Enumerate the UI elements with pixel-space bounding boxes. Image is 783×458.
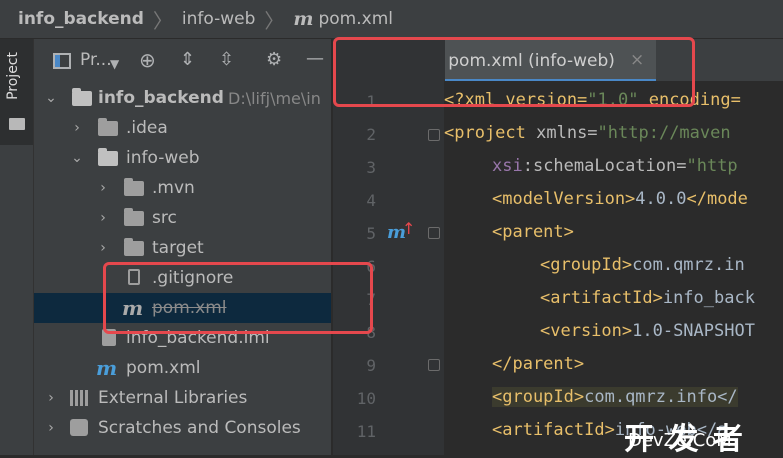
code-line-7: <artifactId>info_back (540, 288, 755, 308)
tree-item-src[interactable]: › src (34, 203, 331, 233)
code-line-3: xsi:schemaLocation="http (492, 156, 738, 176)
highlight-box-tree-item (103, 262, 373, 334)
arrow-up-icon[interactable]: ↑ (402, 219, 415, 238)
library-icon (70, 390, 90, 406)
fold-marker-icon[interactable] (428, 227, 440, 239)
tree-item-target[interactable]: › target (34, 233, 331, 263)
chevron-down-icon[interactable]: ▼ (110, 55, 119, 73)
breadcrumb-file-label: pom.xml (318, 9, 393, 29)
tree-item-label: .mvn (152, 178, 195, 198)
tree-item-path: D:\lifj\me\in (228, 88, 321, 108)
tree-item-info-backend[interactable]: ⌄ info_backend D:\lifj\me\in (34, 83, 331, 113)
maven-icon: m (96, 356, 118, 380)
breadcrumb-project[interactable]: info_backend (18, 9, 144, 29)
watermark-sub: DevZe.CoM (628, 430, 732, 451)
tree-item-label: pom.xml (126, 358, 201, 378)
project-view-selector[interactable]: Pr... (80, 50, 112, 70)
panel-layout-icon[interactable] (53, 53, 71, 69)
tree-item-label: target (152, 238, 204, 258)
chevron-down-icon[interactable]: ⌄ (70, 150, 84, 166)
gear-icon[interactable]: ⚙ (266, 51, 282, 69)
chevron-right-icon[interactable]: › (44, 390, 58, 406)
tree-item-label: Scratches and Consoles (98, 418, 301, 438)
collapse-all-icon[interactable]: ⇳ (219, 51, 234, 69)
line-number: 4 (366, 191, 376, 210)
breadcrumb-module[interactable]: info-web (182, 9, 256, 29)
line-number: 10 (356, 389, 376, 408)
breadcrumb-file[interactable]: m pom.xml (293, 8, 393, 30)
maven-icon: m (293, 8, 314, 30)
breadcrumb-separator: 〉 (264, 8, 285, 33)
tree-item-mvn[interactable]: › .mvn (34, 173, 331, 203)
folder-icon (124, 238, 144, 256)
code-line-8: <version>1.0-SNAPSHOT (540, 321, 755, 341)
expand-all-icon[interactable]: ⇕ (180, 51, 195, 69)
chevron-right-icon[interactable]: › (96, 180, 110, 196)
line-number: 9 (366, 356, 376, 375)
line-number: 5 (366, 224, 376, 243)
chevron-down-icon[interactable]: ⌄ (44, 90, 58, 106)
chevron-right-icon[interactable]: › (70, 120, 84, 136)
breadcrumb-separator: 〉 (152, 8, 173, 33)
scratches-icon (70, 419, 88, 436)
code-line-2: <project xmlns="http://maven (444, 123, 731, 143)
line-number: 3 (366, 158, 376, 177)
tree-item-root-pom[interactable]: m pom.xml (34, 353, 331, 383)
tree-item-label: info_backend (98, 88, 224, 108)
folder-icon (98, 118, 118, 136)
minimize-icon[interactable]: — (306, 50, 324, 68)
chevron-right-icon[interactable]: › (44, 420, 58, 436)
tree-item-info-web[interactable]: ⌄ info-web (34, 143, 331, 173)
tree-item-label: .idea (126, 118, 168, 138)
highlight-box-tab (333, 37, 695, 107)
module-folder-icon (98, 148, 118, 166)
folder-icon (9, 118, 25, 130)
tree-item-label: info-web (126, 148, 200, 168)
tree-item-label: External Libraries (98, 388, 248, 408)
tree-item-label: src (152, 208, 177, 228)
code-line-6: <groupId>com.qmrz.in (540, 255, 745, 275)
line-number: 2 (366, 125, 376, 144)
fold-marker-icon[interactable] (428, 359, 440, 371)
code-line-5: <parent> (492, 222, 574, 242)
code-line-10: <groupId>com.qmrz.info</ (492, 387, 738, 407)
folder-icon (124, 178, 144, 196)
locate-icon[interactable]: ⊕ (139, 50, 156, 70)
breadcrumb: info_backend 〉 info-web 〉 m pom.xml (0, 0, 783, 39)
module-folder-icon (72, 88, 92, 106)
chevron-right-icon[interactable]: › (96, 240, 110, 256)
folder-icon (124, 208, 144, 226)
project-stripe-label[interactable]: Project (5, 52, 21, 100)
code-line-9: </parent> (492, 354, 585, 374)
tree-item-idea[interactable]: › .idea (34, 113, 331, 143)
code-line-4: <modelVersion>4.0.0</mode (492, 189, 748, 209)
tree-item-external-libraries[interactable]: › External Libraries (34, 383, 331, 413)
fold-marker-icon[interactable] (428, 129, 440, 141)
tree-item-scratches[interactable]: › Scratches and Consoles (34, 413, 331, 443)
chevron-right-icon[interactable]: › (96, 210, 110, 226)
line-number: 11 (356, 422, 376, 441)
